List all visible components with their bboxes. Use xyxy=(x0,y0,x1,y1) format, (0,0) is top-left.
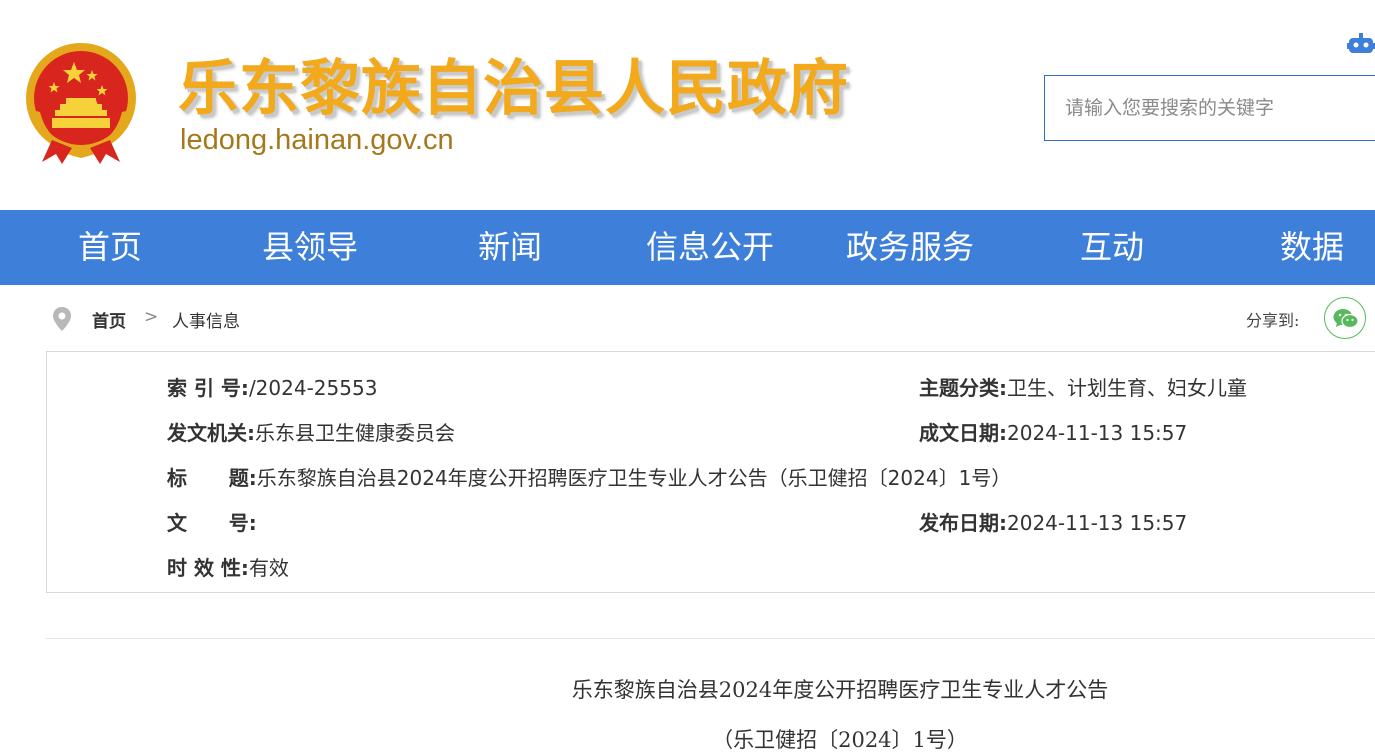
content-divider xyxy=(46,638,1375,639)
meta-written-row: 成文日期:2024-11-13 15:57 xyxy=(919,417,1187,446)
meta-docno-row: 文 号: xyxy=(167,507,257,536)
national-emblem-logo xyxy=(22,40,140,164)
main-nav: 首页 县领导 新闻 信息公开 政务服务 互动 数据 xyxy=(0,210,1375,285)
nav-item-gov-services[interactable]: 政务服务 xyxy=(846,210,974,285)
meta-index-value: /2024-25553 xyxy=(248,376,378,400)
wechat-share-button[interactable] xyxy=(1324,297,1366,339)
meta-validity-value: 有效 xyxy=(248,556,289,580)
meta-docno-label: 文 号: xyxy=(167,511,257,535)
meta-published-value: 2024-11-13 15:57 xyxy=(1007,511,1188,535)
nav-item-data[interactable]: 数据 xyxy=(1280,210,1344,285)
search-box[interactable] xyxy=(1044,75,1375,141)
article-title: 乐东黎族自治县2024年度公开招聘医疗卫生专业人才公告 xyxy=(571,678,1109,702)
nav-item-info-disclosure[interactable]: 信息公开 xyxy=(646,210,774,285)
meta-title-label: 标 题: xyxy=(167,466,257,490)
breadcrumb-current[interactable]: 人事信息 xyxy=(172,307,240,332)
meta-index-row: 索 引 号:/2024-25553 xyxy=(167,372,377,401)
nav-item-home[interactable]: 首页 xyxy=(78,210,142,285)
nav-item-county-leaders[interactable]: 县领导 xyxy=(262,210,358,285)
meta-title-value: 乐东黎族自治县2024年度公开招聘医疗卫生专业人才公告（乐卫健招〔2024〕1号… xyxy=(256,466,1012,490)
site-url: ledong.hainan.gov.cn xyxy=(180,124,454,156)
meta-index-label: 索 引 号: xyxy=(167,376,249,400)
meta-topic-value: 卫生、计划生育、妇女儿童 xyxy=(1007,376,1247,400)
breadcrumb-home-link[interactable]: 首页 xyxy=(92,307,126,332)
meta-validity-row: 时 效 性:有效 xyxy=(167,552,289,581)
meta-topic-row: 主题分类:卫生、计划生育、妇女儿童 xyxy=(919,372,1247,401)
site-title: 乐东黎族自治县人民政府 xyxy=(178,54,849,124)
meta-issuer-value: 乐东县卫生健康委员会 xyxy=(255,421,455,445)
robot-assistant-icon[interactable] xyxy=(1347,33,1375,55)
meta-validity-label: 时 效 性: xyxy=(167,556,249,580)
nav-item-interaction[interactable]: 互动 xyxy=(1080,210,1144,285)
breadcrumb-separator: > xyxy=(144,307,159,327)
breadcrumb: 首页 > 人事信息 分享到: xyxy=(0,285,1375,351)
meta-issuer-label: 发文机关: xyxy=(167,421,255,445)
nav-item-news[interactable]: 新闻 xyxy=(478,210,542,285)
site-header: 乐东黎族自治县人民政府 ledong.hainan.gov.cn xyxy=(0,0,1375,210)
meta-written-label: 成文日期: xyxy=(919,421,1007,445)
meta-written-value: 2024-11-13 15:57 xyxy=(1007,421,1188,445)
meta-topic-label: 主题分类: xyxy=(919,376,1007,400)
meta-issuer-row: 发文机关:乐东县卫生健康委员会 xyxy=(167,417,455,446)
document-metadata-table: 索 引 号:/2024-25553 主题分类:卫生、计划生育、妇女儿童 发文机关… xyxy=(46,351,1375,593)
wechat-icon xyxy=(1333,309,1359,329)
location-pin-icon xyxy=(52,307,72,331)
meta-title-row: 标 题:乐东黎族自治县2024年度公开招聘医疗卫生专业人才公告（乐卫健招〔202… xyxy=(167,462,1011,491)
search-input[interactable] xyxy=(1045,76,1375,140)
share-label: 分享到: xyxy=(1246,311,1300,330)
article-subtitle: （乐卫健招〔2024〕1号） xyxy=(712,728,968,752)
meta-published-row: 发布日期:2024-11-13 15:57 xyxy=(919,507,1187,536)
meta-published-label: 发布日期: xyxy=(919,511,1007,535)
